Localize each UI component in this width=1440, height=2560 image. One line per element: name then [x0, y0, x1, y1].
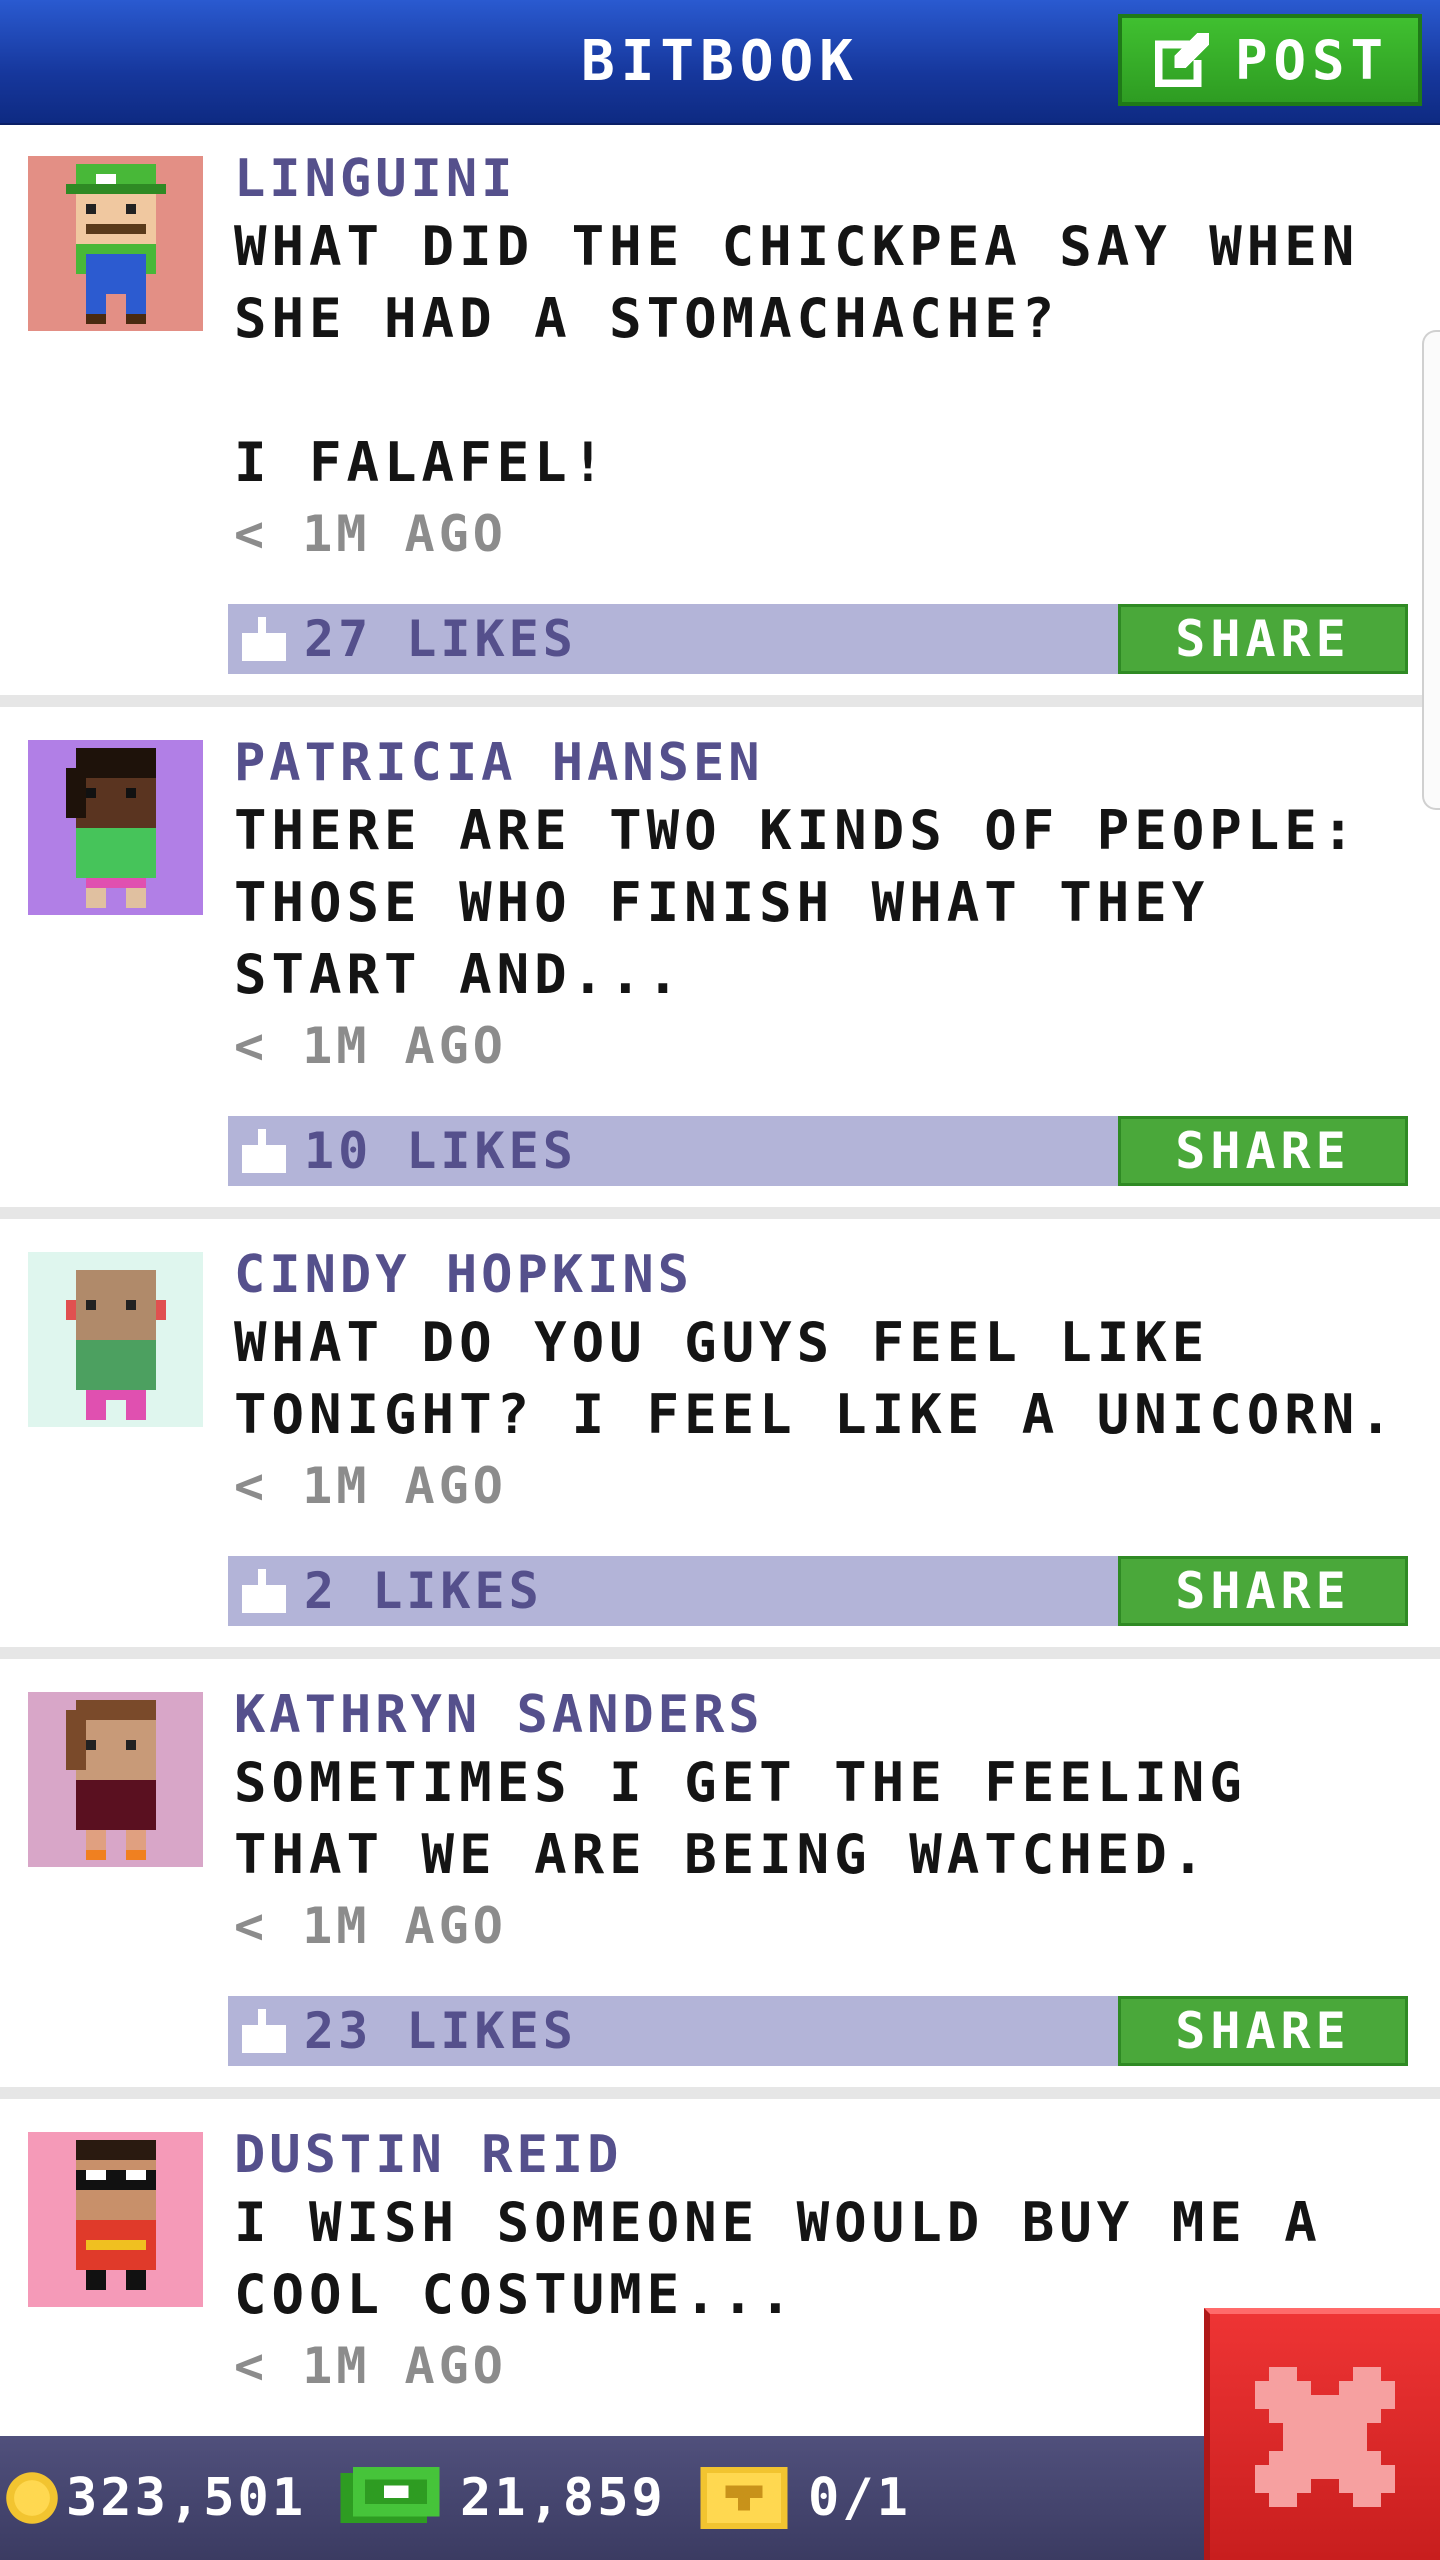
post-author[interactable]: DUSTIN REID [234, 2125, 622, 2185]
tickets-value: 0/1 [808, 2468, 911, 2528]
like-count: 10 LIKES [304, 1122, 577, 1180]
like-bar: 2 LIKES SHARE [228, 1556, 1408, 1626]
post-author[interactable]: CINDY HOPKINS [234, 1245, 693, 1305]
post-time: < 1M AGO [234, 1897, 507, 1955]
avatar-cindy-icon [65, 1269, 166, 1420]
post-time: < 1M AGO [234, 1017, 507, 1075]
scroll-indicator[interactable] [1422, 330, 1440, 810]
coins-stat: 323,501 [4, 2436, 306, 2560]
divider [0, 695, 1440, 707]
divider [0, 2087, 1440, 2099]
divider [0, 1207, 1440, 1219]
avatar-linguini-icon [65, 163, 166, 324]
bux-value: 21,859 [460, 2468, 666, 2528]
like-count: 23 LIKES [304, 2002, 577, 2060]
avatar-dustin-icon [75, 2139, 156, 2290]
like-icon[interactable] [242, 1568, 286, 1614]
like-icon[interactable] [242, 2008, 286, 2054]
like-bar: 27 LIKES SHARE [228, 604, 1408, 674]
share-button[interactable]: SHARE [1118, 1996, 1408, 2066]
post-text: THERE ARE TWO KINDS OF PEOPLE: THOSE WHO… [234, 799, 1397, 1006]
avatar[interactable] [28, 2132, 203, 2307]
edit-icon [1154, 32, 1210, 88]
avatar[interactable] [28, 1252, 203, 1427]
post-text: SOMETIMES I GET THE FEELING THAT WE ARE … [234, 1751, 1285, 1886]
bux-stat: 21,859 [338, 2436, 666, 2560]
post-button[interactable]: POST [1118, 14, 1422, 106]
avatar[interactable] [28, 1692, 203, 1867]
post-time: < 1M AGO [234, 1457, 507, 1515]
share-button[interactable]: SHARE [1118, 604, 1408, 674]
post-label: POST [1234, 28, 1390, 92]
close-icon [1255, 2367, 1395, 2507]
close-button[interactable] [1204, 2308, 1440, 2560]
post-text: WHAT DID THE CHICKPEA SAY WHEN SHE HAD A… [234, 215, 1360, 494]
post-time: < 1M AGO [234, 2337, 507, 2395]
post-author[interactable]: KATHRYN SANDERS [234, 1685, 764, 1745]
top-bar: BITBOOK POST [0, 0, 1440, 125]
coins-value: 323,501 [66, 2468, 307, 2528]
post-author[interactable]: PATRICIA HANSEN [234, 733, 764, 793]
like-count: 27 LIKES [304, 610, 577, 668]
post-author[interactable]: LINGUINI [234, 149, 516, 209]
bux-icon [340, 2467, 440, 2523]
avatar[interactable] [28, 156, 203, 331]
like-bar: 23 LIKES SHARE [228, 1996, 1408, 2066]
like-count: 2 LIKES [304, 1562, 543, 1620]
avatar-patricia-icon [65, 747, 156, 908]
ticket-icon [700, 2467, 788, 2529]
divider [0, 1647, 1440, 1659]
share-button[interactable]: SHARE [1118, 1116, 1408, 1186]
coin-icon [6, 2472, 58, 2524]
like-bar: 10 LIKES SHARE [228, 1116, 1408, 1186]
post-text: WHAT DO YOU GUYS FEEL LIKE TONIGHT? I FE… [234, 1311, 1397, 1446]
share-button[interactable]: SHARE [1118, 1556, 1408, 1626]
like-icon[interactable] [242, 1128, 286, 1174]
like-icon[interactable] [242, 616, 286, 662]
post-time: < 1M AGO [234, 505, 507, 563]
avatar-kathryn-icon [65, 1699, 156, 1860]
tickets-stat: 0/1 [698, 2436, 911, 2560]
avatar[interactable] [28, 740, 203, 915]
